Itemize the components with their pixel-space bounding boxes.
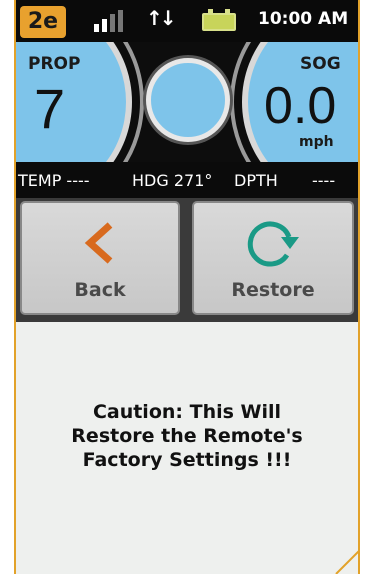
corner-accent-icon (335, 549, 360, 574)
screen-badge: 2e (20, 6, 66, 38)
status-bar: 2e ↑↓ 10:00 AM (16, 0, 358, 42)
caution-panel: Caution: This Will Restore the Remote's … (16, 322, 360, 574)
prop-label: PROP (28, 54, 81, 74)
back-button-label: Back (74, 279, 126, 301)
back-button[interactable]: Back (20, 201, 180, 315)
temp-readout: TEMP ---- (18, 171, 90, 190)
remote-screen: 2e ↑↓ 10:00 AM PROP 7 SOG 0.0 mph TEMP -… (14, 0, 360, 574)
data-arrows-icon: ↑↓ (146, 6, 176, 30)
depth-value: ---- (312, 171, 336, 190)
center-indicator (146, 58, 230, 142)
back-arrow-icon (84, 222, 113, 264)
signal-bars-icon (94, 10, 124, 32)
clock-time: 10:00 AM (258, 9, 349, 29)
caution-line-1: Caution: This Will (92, 401, 282, 423)
info-strip: TEMP ---- HDG 271° DPTH ---- (16, 162, 358, 198)
sog-value: 0.0 (264, 77, 337, 135)
depth-label: DPTH (234, 171, 278, 190)
caution-line-2: Restore the Remote's (71, 425, 303, 447)
sog-label: SOG (300, 54, 341, 74)
heading-readout: HDG 271° (132, 171, 213, 190)
caution-line-3: Factory Settings !!! (82, 449, 292, 471)
battery-icon (202, 9, 236, 31)
restore-arrow-icon (247, 221, 299, 267)
prop-value: 7 (34, 77, 66, 140)
button-row: Back Restore (16, 198, 358, 322)
sog-unit: mph (299, 134, 334, 150)
restore-button[interactable]: Restore (192, 201, 354, 315)
gauge-panel: PROP 7 SOG 0.0 mph (16, 42, 358, 162)
caution-message: Caution: This Will Restore the Remote's … (26, 400, 348, 472)
restore-button-label: Restore (231, 279, 315, 301)
